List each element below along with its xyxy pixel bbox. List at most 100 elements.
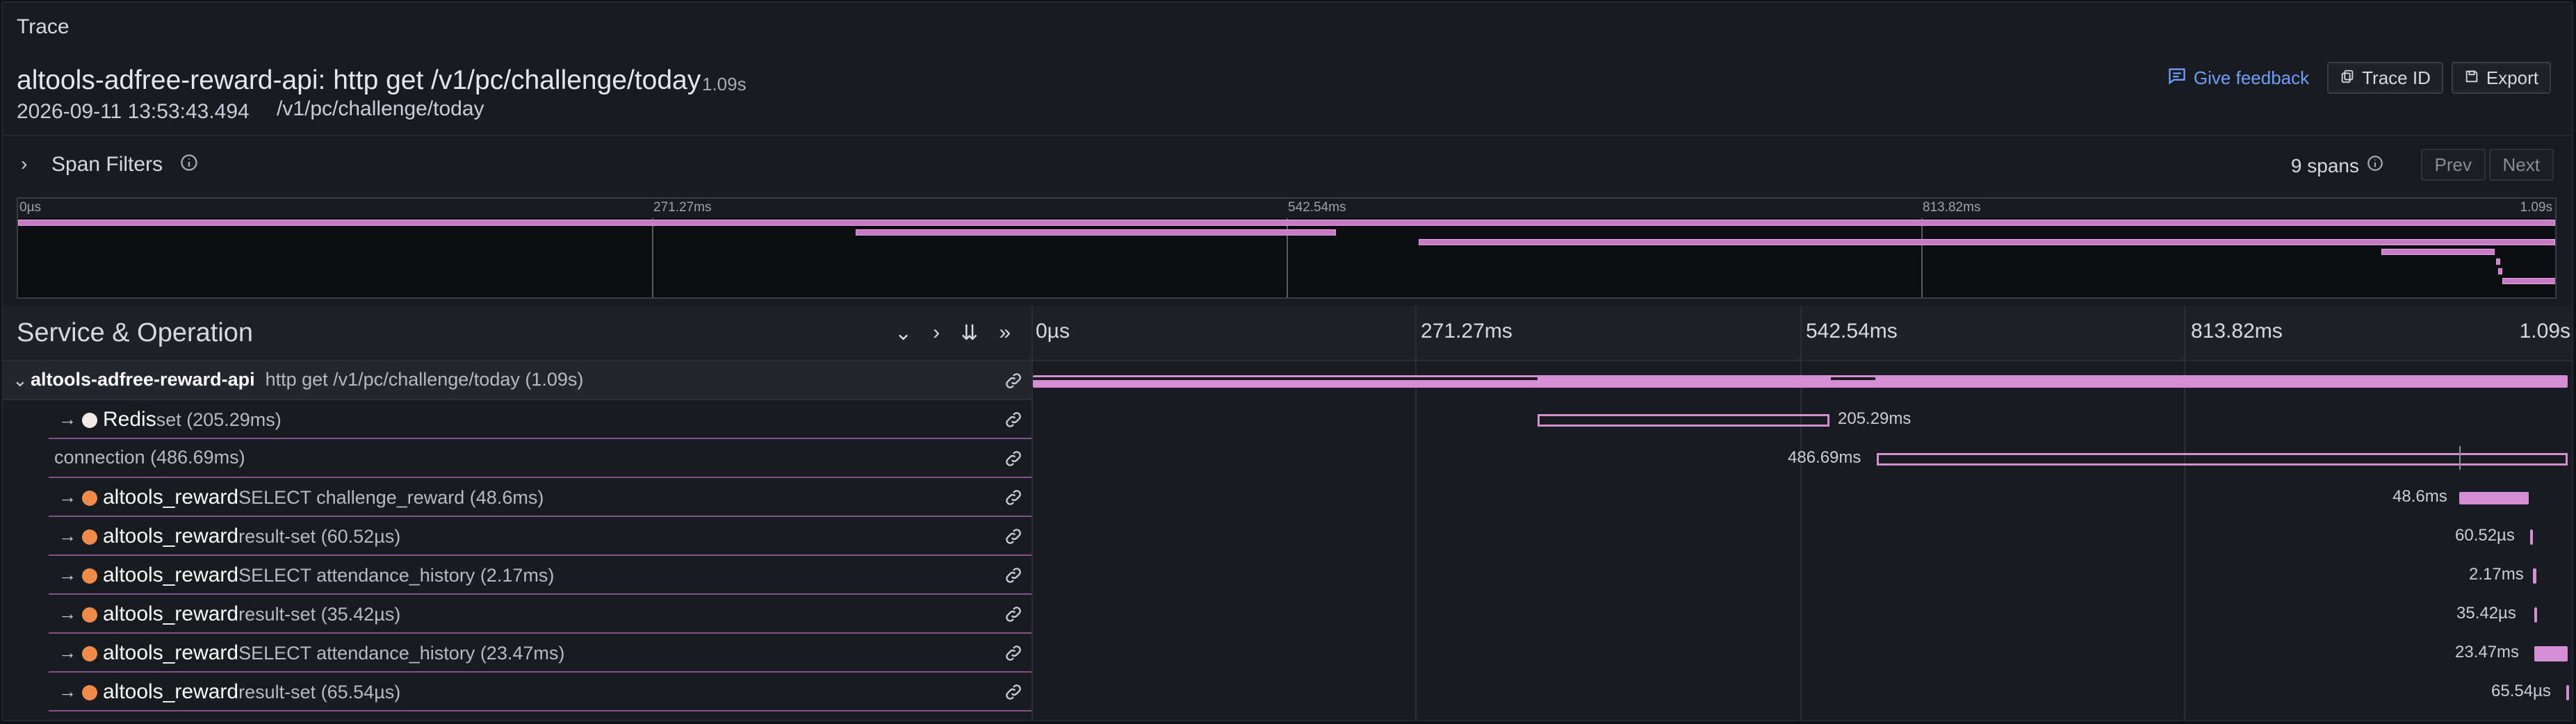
span-name-cell[interactable]: connection (486.69ms): [49, 439, 1032, 478]
prev-button[interactable]: Prev: [2420, 149, 2486, 181]
double-chevron-down-icon[interactable]: ⇊: [961, 321, 978, 345]
span-row[interactable]: ⌄ altools-adfree-reward-api http get /v1…: [3, 361, 2572, 400]
span-tick-mark: [2459, 446, 2461, 470]
service-name: altools-adfree-reward-api: [31, 369, 255, 390]
span-duration-label: 65.54µs: [2491, 682, 2551, 700]
link-icon[interactable]: [1004, 449, 1023, 472]
span-name-cell[interactable]: → altools_rewardSELECT attendance_histor…: [49, 634, 1032, 673]
span-row[interactable]: → altools_rewardresult-set (65.54µs) 65.…: [3, 673, 2572, 711]
span-bar[interactable]: [1538, 414, 1829, 427]
link-icon[interactable]: [1004, 566, 1023, 589]
collapse-controls: ⌄ › ⇊ »: [895, 321, 1011, 345]
header-actions: Give feedback Trace ID Export: [2158, 61, 2551, 94]
chevron-down-icon[interactable]: ⌄: [895, 321, 912, 345]
arrow-right-icon[interactable]: →: [58, 409, 76, 430]
span-name-cell[interactable]: → altools_rewardSELECT challenge_reward …: [49, 478, 1032, 517]
service-color-dot: [82, 529, 97, 545]
span-row[interactable]: connection (486.69ms) 486.69ms: [3, 439, 2572, 478]
operation-name: SELECT attendance_history (23.47ms): [238, 643, 565, 664]
service-name: altools_reward: [103, 563, 239, 586]
arrow-right-icon[interactable]: →: [58, 603, 76, 625]
trace-id-label: Trace ID: [2362, 67, 2431, 88]
span-name: Redisset (205.29ms): [103, 408, 282, 431]
link-icon[interactable]: [1004, 410, 1023, 433]
span-bar[interactable]: [2530, 529, 2533, 545]
span-bar[interactable]: [2566, 685, 2569, 700]
span-bar[interactable]: [2534, 646, 2568, 661]
arrow-right-icon[interactable]: →: [58, 525, 76, 547]
span-duration-label: 35.42µs: [2456, 604, 2516, 623]
service-name: altools_reward: [103, 525, 239, 548]
info-icon[interactable]: [179, 153, 199, 176]
chevron-right-icon[interactable]: ›: [933, 321, 940, 345]
info-icon[interactable]: [2366, 154, 2384, 177]
span-filters-toggle[interactable]: Span Filters: [51, 153, 163, 176]
span-row[interactable]: → altools_rewardSELECT attendance_histor…: [3, 556, 2572, 595]
give-feedback-link[interactable]: Give feedback: [2158, 61, 2319, 94]
arrow-right-icon[interactable]: →: [58, 642, 76, 664]
timeline-tick: 1.09s: [2519, 320, 2570, 343]
panel-title: Trace: [17, 15, 70, 38]
service-name: altools_reward: [103, 641, 239, 664]
minimap-tick: 813.82ms: [1923, 200, 1981, 215]
minimap-tick: 1.09s: [2520, 200, 2552, 215]
minimap-tick: 0µs: [19, 200, 42, 215]
next-button[interactable]: Next: [2488, 149, 2554, 181]
service-name: Redis: [103, 408, 156, 431]
span-name-cell[interactable]: → altools_rewardresult-set (65.54µs): [49, 673, 1032, 711]
link-icon[interactable]: [1004, 527, 1023, 550]
operation-name: set (205.29ms): [156, 409, 282, 430]
service-name: altools_reward: [103, 602, 239, 625]
link-icon[interactable]: [1004, 488, 1023, 511]
arrow-right-icon[interactable]: →: [58, 486, 76, 508]
header-divider: [3, 135, 2572, 136]
trace-minimap[interactable]: 0µs 271.27ms 542.54ms 813.82ms 1.09s: [17, 197, 2557, 299]
span-bar[interactable]: [2533, 568, 2536, 584]
span-bar[interactable]: [2534, 607, 2537, 623]
span-bar[interactable]: [1877, 453, 2568, 466]
copy-icon: [2340, 67, 2355, 89]
feedback-label: Give feedback: [2193, 67, 2310, 88]
minimap-ticks: 0µs 271.27ms 542.54ms 813.82ms 1.09s: [18, 199, 2555, 218]
operation-name: SELECT attendance_history (2.17ms): [238, 565, 555, 586]
span-name-cell[interactable]: → altools_rewardresult-set (35.42µs): [49, 595, 1032, 634]
minimap-span: [1419, 239, 2555, 245]
trace-title: altools-adfree-reward-api: http get /v1/…: [17, 65, 701, 95]
span-row[interactable]: → altools_rewardSELECT challenge_reward …: [3, 478, 2572, 517]
link-icon[interactable]: [1004, 643, 1023, 666]
span-name: altools-adfree-reward-api http get /v1/p…: [31, 369, 583, 390]
span-name: altools_rewardSELECT attendance_history …: [103, 563, 554, 587]
minimap-tick: 542.54ms: [1288, 200, 1346, 215]
trace-id-button[interactable]: Trace ID: [2327, 62, 2443, 94]
minimap-span: [856, 229, 1336, 236]
save-icon: [2464, 67, 2479, 89]
link-icon[interactable]: [1004, 371, 1023, 394]
span-row[interactable]: → altools_rewardSELECT attendance_histor…: [3, 634, 2572, 673]
timeline-header: 0µs 271.27ms 542.54ms 813.82ms 1.09s: [1032, 306, 2572, 361]
link-icon[interactable]: [1004, 682, 1023, 705]
span-name-cell[interactable]: ⌄ altools-adfree-reward-api http get /v1…: [3, 361, 1032, 400]
span-row[interactable]: → altools_rewardresult-set (35.42µs) 35.…: [3, 595, 2572, 634]
span-name-cell[interactable]: → Redisset (205.29ms): [49, 400, 1032, 439]
timeline-tick: 271.27ms: [1421, 320, 1513, 343]
trace-timestamp: 2026-09-11 13:53:43.494: [17, 100, 250, 123]
span-bar[interactable]: [2459, 492, 2529, 504]
span-name-cell[interactable]: → altools_rewardSELECT attendance_histor…: [49, 556, 1032, 595]
minimap-span: [2496, 258, 2500, 265]
double-chevron-right-icon[interactable]: »: [999, 321, 1011, 345]
operation-name: result-set (65.54µs): [238, 682, 401, 702]
chevron-right-icon[interactable]: ›: [21, 153, 27, 175]
export-button[interactable]: Export: [2451, 62, 2551, 94]
arrow-right-icon[interactable]: →: [58, 564, 76, 586]
span-row[interactable]: → altools_rewardresult-set (60.52µs) 60.…: [3, 517, 2572, 556]
span-name: altools_rewardSELECT attendance_history …: [103, 641, 564, 665]
span-row[interactable]: → Redisset (205.29ms) 205.29ms: [3, 400, 2572, 439]
span-count: 9 spans: [2291, 154, 2384, 177]
chevron-down-icon[interactable]: ⌄: [13, 370, 28, 391]
minimap-span: [2381, 249, 2495, 255]
link-icon[interactable]: [1004, 604, 1023, 627]
arrow-right-icon[interactable]: →: [58, 681, 76, 702]
span-bar-gap: [1831, 377, 1875, 380]
span-name-cell[interactable]: → altools_rewardresult-set (60.52µs): [49, 517, 1032, 556]
minimap-span: [18, 220, 2555, 226]
